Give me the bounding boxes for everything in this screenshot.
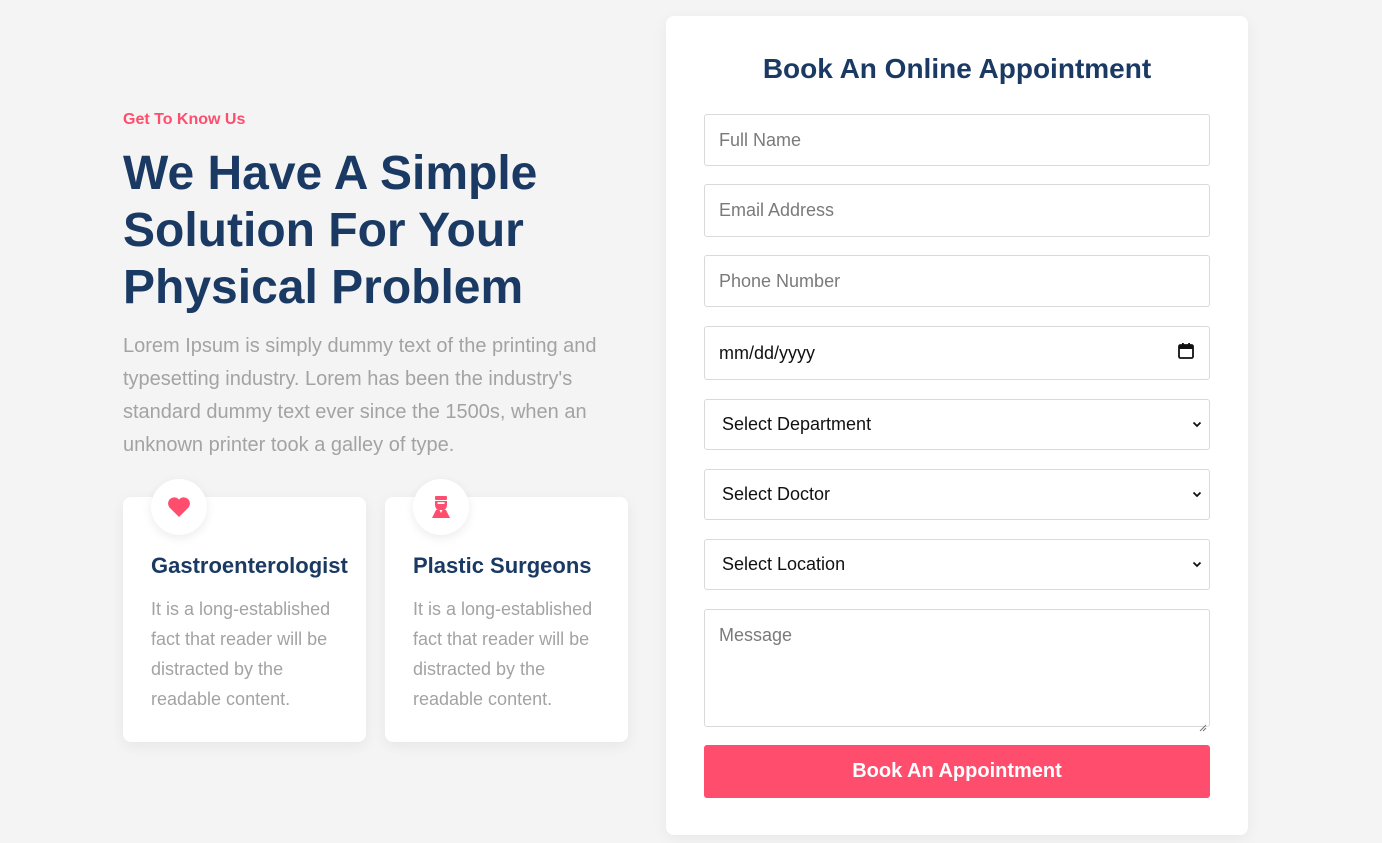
book-appointment-button[interactable]: Book An Appointment xyxy=(704,745,1210,798)
date-placeholder: mm/dd/yyyy xyxy=(719,342,816,363)
card-title: Gastroenterologist xyxy=(151,553,348,578)
department-select[interactable]: Select Department xyxy=(704,399,1210,450)
appointment-form-panel: Book An Online Appointment Full Name Ema… xyxy=(666,16,1248,835)
resize-handle-icon[interactable] xyxy=(1199,716,1207,732)
specialty-cards: Gastroenterologist It is a long-establis… xyxy=(123,479,628,742)
chevron-down-icon xyxy=(1191,414,1203,435)
calendar-icon[interactable] xyxy=(1177,342,1195,365)
full-name-placeholder: Full Name xyxy=(719,129,802,150)
page-headline: We Have A Simple Solution For Your Physi… xyxy=(123,147,538,314)
message-textarea[interactable]: Message xyxy=(704,609,1210,732)
intro-section: Get To Know Us We Have A Simple Solution… xyxy=(123,110,633,462)
specialty-card-plastic-surgeons: Plastic Surgeons It is a long-establishe… xyxy=(385,479,628,742)
phone-input[interactable]: Phone Number xyxy=(704,255,1210,307)
card-description: It is a long-established fact that reade… xyxy=(151,599,331,709)
department-selected: Select Department xyxy=(722,414,872,434)
doctor-select[interactable]: Select Doctor xyxy=(704,469,1210,520)
section-eyebrow: Get To Know Us xyxy=(123,111,246,128)
card-title: Plastic Surgeons xyxy=(413,553,592,578)
surgeon-icon xyxy=(413,479,469,535)
doctor-selected: Select Doctor xyxy=(722,484,831,504)
specialty-card-gastroenterologist: Gastroenterologist It is a long-establis… xyxy=(123,479,366,742)
location-select[interactable]: Select Location xyxy=(704,539,1210,590)
chevron-down-icon xyxy=(1191,554,1203,575)
message-placeholder: Message xyxy=(719,625,793,645)
email-placeholder: Email Address xyxy=(719,200,835,220)
full-name-input[interactable]: Full Name xyxy=(704,114,1210,166)
heart-icon xyxy=(151,479,207,535)
card-description: It is a long-established fact that reade… xyxy=(413,599,593,709)
location-selected: Select Location xyxy=(722,554,846,574)
phone-placeholder: Phone Number xyxy=(719,270,841,291)
form-title: Book An Online Appointment xyxy=(762,53,1152,84)
intro-paragraph: Lorem Ipsum is simply dummy text of the … xyxy=(123,335,597,456)
email-input[interactable]: Email Address xyxy=(704,184,1210,237)
chevron-down-icon xyxy=(1191,484,1203,505)
date-input[interactable]: mm/dd/yyyy xyxy=(704,326,1210,380)
